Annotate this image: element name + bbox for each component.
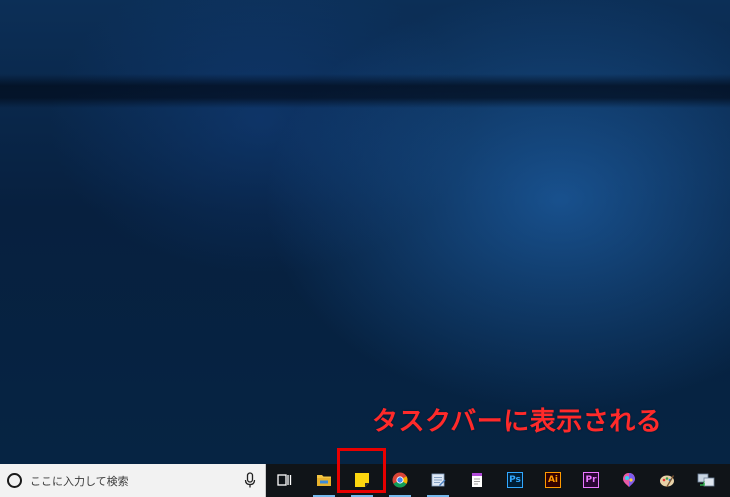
paint3d-icon bbox=[623, 473, 635, 487]
search-box[interactable]: ここに入力して検索 bbox=[0, 464, 266, 497]
paint-button[interactable] bbox=[648, 464, 686, 497]
illustrator-button[interactable]: Ai bbox=[534, 464, 572, 497]
annotation-label: タスクバーに表示される bbox=[372, 407, 663, 437]
desktop-wallpaper bbox=[0, 0, 730, 464]
paint-icon bbox=[660, 475, 674, 487]
taskbar: ここに入力して検索 Ps Ai Pr bbox=[0, 464, 730, 497]
notepad-app-button[interactable] bbox=[419, 464, 457, 497]
chrome-icon bbox=[392, 472, 408, 488]
search-placeholder: ここに入力して検索 bbox=[30, 475, 129, 488]
photoshop-icon: Ps bbox=[507, 472, 523, 488]
notepad-app-icon bbox=[431, 473, 446, 487]
premiere-button[interactable]: Pr bbox=[572, 464, 610, 497]
task-view-icon bbox=[277, 474, 292, 486]
illustrator-icon: Ai bbox=[545, 472, 561, 488]
cortana-circle-icon bbox=[7, 473, 22, 488]
paint3d-button[interactable] bbox=[610, 464, 648, 497]
document-app-button[interactable] bbox=[458, 464, 496, 497]
microphone-icon[interactable] bbox=[244, 472, 256, 489]
chrome-button[interactable] bbox=[381, 464, 419, 497]
premiere-icon: Pr bbox=[583, 472, 599, 488]
file-explorer-icon bbox=[317, 475, 331, 486]
document-app-icon bbox=[472, 473, 482, 487]
file-explorer-button[interactable] bbox=[305, 464, 343, 497]
wallpaper-band bbox=[0, 74, 730, 108]
remote-app-icon bbox=[697, 473, 715, 487]
sticky-notes-icon bbox=[355, 473, 369, 487]
photoshop-button[interactable]: Ps bbox=[496, 464, 534, 497]
remote-app-button[interactable] bbox=[686, 464, 724, 497]
sticky-notes-button[interactable] bbox=[343, 464, 381, 497]
task-view-button[interactable] bbox=[266, 464, 304, 497]
